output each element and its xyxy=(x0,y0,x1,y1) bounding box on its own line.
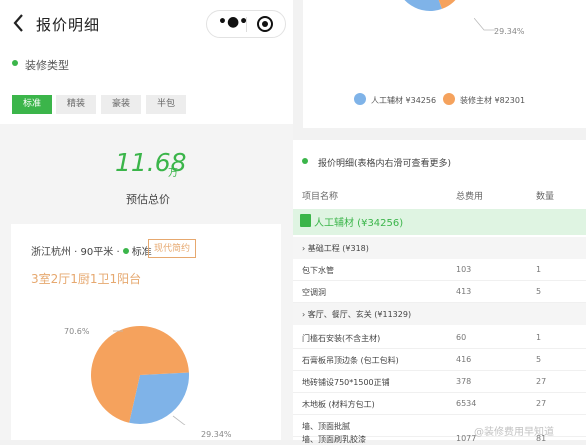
quote-title: 报价明细(表格内右滑可查看更多) xyxy=(318,159,452,169)
legend-dot-materials xyxy=(443,93,455,105)
cell-name: 包下水管 xyxy=(302,266,334,275)
cell-total: 378 xyxy=(456,377,472,386)
cell-total: 6534 xyxy=(456,399,477,408)
column-header-total: 总费用 xyxy=(456,192,484,202)
decor-type-label: 装修类型 xyxy=(25,59,69,72)
type-option-fine[interactable]: 精装 xyxy=(56,95,96,114)
green-dot-icon xyxy=(12,60,18,66)
close-target-icon[interactable] xyxy=(257,16,273,32)
cell-name: 木地板 (材料方包工) xyxy=(302,400,375,409)
type-option-half[interactable]: 半包 xyxy=(146,95,186,114)
green-dot-icon xyxy=(302,158,308,164)
table-row xyxy=(293,281,586,303)
legend-label-materials: 装修主材 ¥82301 xyxy=(460,96,526,105)
legend-label-labor: 人工辅材 ¥34256 xyxy=(371,96,437,105)
type-option-luxury[interactable]: 豪装 xyxy=(101,95,141,114)
house-info: 浙江杭州 · 90平米 · 标准 xyxy=(31,243,152,258)
pie-slice-labor xyxy=(404,0,443,11)
watermark: @装修费用早知道 xyxy=(474,427,554,438)
more-dots-icon[interactable]: •●• xyxy=(218,14,248,30)
type-option-standard[interactable]: 标准 xyxy=(12,95,52,114)
legend-dot-labor xyxy=(354,93,366,105)
cell-total: 60 xyxy=(456,333,467,342)
house-layout: 3室2厅1厨1卫1阳台 xyxy=(31,272,142,286)
pie-label-labor: 29.34% xyxy=(201,430,232,439)
capsule-divider xyxy=(246,17,247,32)
column-header-qty: 数量 xyxy=(536,192,555,202)
mini-program-capsule: •●• xyxy=(206,10,286,38)
section-label: › 基础工程 (¥318) xyxy=(302,244,369,253)
group-label: 人工辅材 (¥34256) xyxy=(314,218,404,229)
price-label: 预估总价 xyxy=(126,193,170,206)
green-dot-icon xyxy=(122,248,129,254)
pie-label-right: 29.34% xyxy=(494,27,525,36)
back-icon[interactable] xyxy=(12,12,26,39)
table-row xyxy=(293,259,586,281)
cell-qty: 5 xyxy=(536,287,542,296)
column-header-name: 项目名称 xyxy=(302,192,339,202)
section-label: › 客厅、餐厅、玄关 (¥11329) xyxy=(302,310,412,319)
page-title: 报价明细 xyxy=(36,16,101,34)
cell-name: 石膏板吊顶边条 (包工包料) xyxy=(302,356,399,365)
cell-total: 413 xyxy=(456,287,472,296)
cell-qty: 1 xyxy=(536,265,542,274)
cell-qty: 27 xyxy=(536,399,547,408)
pie-label-materials: 70.6% xyxy=(64,327,90,336)
document-icon xyxy=(300,214,311,227)
price-unit: 万 xyxy=(168,168,178,179)
cell-qty: 27 xyxy=(536,377,547,386)
cell-qty: 5 xyxy=(536,355,542,364)
leader-line xyxy=(474,18,496,31)
cell-total: 416 xyxy=(456,355,472,364)
cell-name: 地砖铺设750*1500正铺 xyxy=(302,378,390,387)
leader-line xyxy=(172,415,186,425)
house-location: 浙江杭州 · 90平米 · xyxy=(31,247,123,258)
pie-chart-left xyxy=(91,326,189,425)
cell-name: 门槛石安装(不含主材) xyxy=(302,334,381,343)
cell-name: 墙、顶面批腻 xyxy=(302,422,350,431)
cell-total: 103 xyxy=(456,265,472,274)
cell-qty: 1 xyxy=(536,333,542,342)
pie-chart-right xyxy=(404,0,456,11)
cell-name: 空调洞 xyxy=(302,288,326,297)
style-tag: 现代简约 xyxy=(148,239,196,258)
